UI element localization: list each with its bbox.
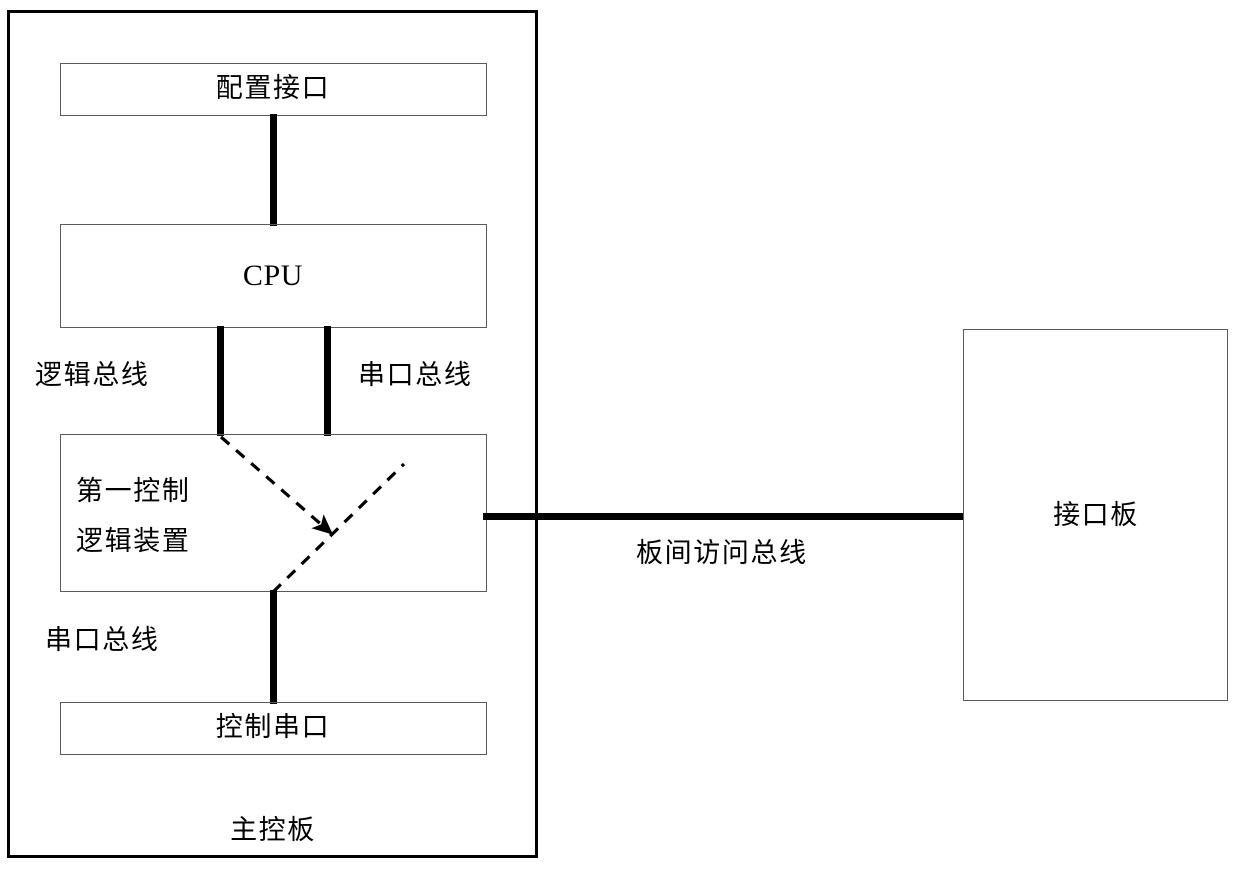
wire-logic-bus bbox=[217, 326, 224, 436]
inter-board-bus-label: 板间访问总线 bbox=[636, 538, 808, 568]
main-board-label: 主控板 bbox=[230, 815, 316, 845]
logic-bus-label: 逻辑总线 bbox=[35, 360, 150, 390]
serial-bus-upper-label: 串口总线 bbox=[358, 360, 473, 390]
wire-serial-bus-upper bbox=[324, 326, 331, 436]
interface-board-label: 接口板 bbox=[1053, 500, 1139, 530]
first-control-logic-device-box bbox=[60, 434, 487, 592]
cpu-label: CPU bbox=[242, 259, 304, 292]
diagram-canvas: 配置接口 CPU 逻辑总线 串口总线 第一控制 逻辑装置 串口总线 控制串口 主… bbox=[0, 0, 1239, 871]
wire-config-to-cpu bbox=[270, 114, 277, 226]
control-serial-port-label: 控制串口 bbox=[215, 712, 331, 742]
first-control-logic-device-label-line1: 第一控制 bbox=[76, 476, 191, 506]
config-interface-label: 配置接口 bbox=[215, 73, 331, 103]
wire-serial-bus-lower bbox=[270, 590, 277, 704]
serial-bus-lower-label: 串口总线 bbox=[45, 625, 160, 655]
wire-inter-board-bus bbox=[483, 513, 964, 520]
first-control-logic-device-label-line2: 逻辑装置 bbox=[76, 526, 191, 556]
